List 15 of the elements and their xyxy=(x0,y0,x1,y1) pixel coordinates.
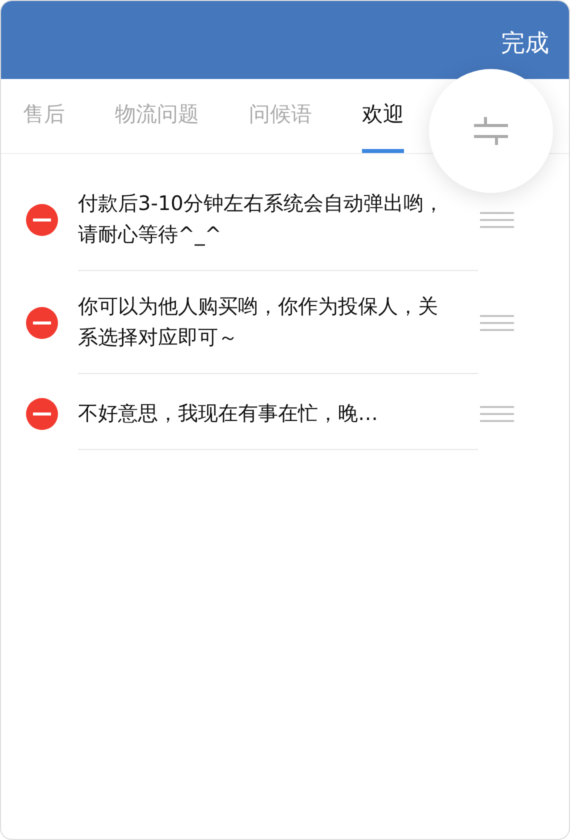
remove-icon[interactable] xyxy=(25,202,59,236)
sliders-icon xyxy=(474,116,508,146)
drag-handle-icon[interactable] xyxy=(480,210,514,230)
done-button[interactable]: 完成 xyxy=(501,27,549,59)
remove-icon[interactable] xyxy=(25,306,59,340)
tab[interactable]: 问候语 xyxy=(249,79,312,153)
tab[interactable]: 欢迎 xyxy=(362,79,404,153)
tab[interactable]: 售后 xyxy=(23,79,65,153)
reply-text: 你可以为他人购买哟，你作为投保人，关系选择对应即可～ xyxy=(78,271,478,374)
reply-text: 不好意思，我现在有事在忙，晚… xyxy=(78,378,478,450)
reply-text: 付款后3-10分钟左右系统会自动弹出哟，请耐心等待^_^ xyxy=(78,168,478,271)
remove-icon[interactable] xyxy=(25,397,59,431)
drag-handle-icon[interactable] xyxy=(480,404,514,424)
drag-handle-icon[interactable] xyxy=(480,312,514,332)
tab[interactable]: 物流问题 xyxy=(115,79,199,153)
